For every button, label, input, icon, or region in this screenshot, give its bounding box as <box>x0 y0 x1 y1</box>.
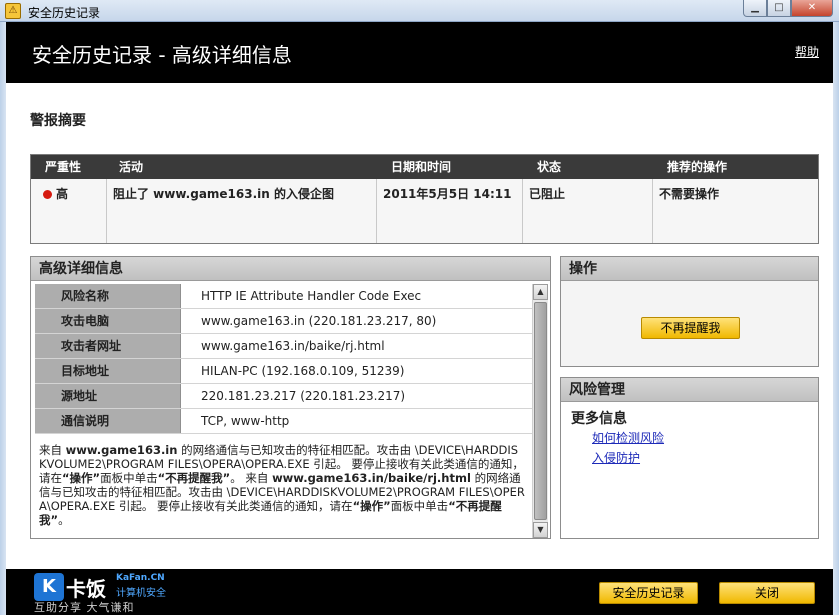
desc-text: 。 <box>58 513 70 527</box>
detail-value: www.game163.in/baike/rj.html <box>181 334 532 358</box>
advanced-details-panel: 高级详细信息 风险名称 HTTP IE Attribute Handler Co… <box>30 256 551 539</box>
scroll-down-icon[interactable]: ▼ <box>533 522 548 538</box>
brand-name: 卡饭 <box>66 577 106 601</box>
risk-management-panel: 风险管理 更多信息 如何检测风险 入侵防护 <box>560 377 819 539</box>
activity-cell: 阻止了 www.game163.in 的入侵企图 <box>107 179 377 243</box>
table-row[interactable]: 高 阻止了 www.game163.in 的入侵企图 2011年5月5日 14:… <box>31 179 818 243</box>
datetime-cell: 2011年5月5日 14:11 <box>377 179 523 243</box>
shield-icon: ⚠ <box>5 3 21 19</box>
close-icon[interactable]: ✕ <box>791 0 833 17</box>
desc-text: 来自 <box>39 443 66 457</box>
window-controls: ▁ □ ✕ <box>743 0 833 18</box>
detail-row: 攻击电脑 www.game163.in (220.181.23.217, 80) <box>35 309 532 334</box>
brand-site: KaFan.CN <box>116 573 165 583</box>
security-history-button[interactable]: 安全历史记录 <box>599 582 698 604</box>
severity-dot-icon <box>43 190 52 199</box>
details-scrollbar[interactable]: ▲ ▼ <box>532 284 548 538</box>
severity-cell: 高 <box>31 179 107 243</box>
window-titlebar: ⚠ 安全历史记录 ▁ □ ✕ <box>0 0 839 22</box>
detail-row: 源地址 220.181.23.217 (220.181.23.217) <box>35 384 532 409</box>
detail-row: 通信说明 TCP, www-http <box>35 409 532 434</box>
desc-text: 面板中单击 <box>390 499 449 513</box>
detail-key: 攻击电脑 <box>35 309 181 333</box>
table-header: 严重性 活动 日期和时间 状态 推荐的操作 <box>31 155 818 179</box>
operations-panel: 操作 不再提醒我 <box>560 256 819 367</box>
window-frame-right <box>833 22 839 615</box>
intrusion-prevention-link[interactable]: 入侵防护 <box>592 449 640 466</box>
more-info-heading: 更多信息 <box>571 411 627 427</box>
brand-watermark: K 卡饭 KaFan.CN 计算机安全 互助分享 大气谦和 <box>34 573 184 614</box>
detail-row: 目标地址 HILAN-PC (192.168.0.109, 51239) <box>35 359 532 384</box>
detail-row: 攻击者网址 www.game163.in/baike/rj.html <box>35 334 532 359</box>
recommended-cell: 不需要操作 <box>659 187 720 201</box>
scroll-up-icon[interactable]: ▲ <box>533 284 548 300</box>
header-bar: 安全历史记录 - 高级详细信息 帮助 <box>6 22 833 83</box>
detail-value: HTTP IE Attribute Handler Code Exec <box>181 284 532 308</box>
stop-notify-button[interactable]: 不再提醒我 <box>641 317 740 339</box>
column-recommended: 推荐的操作 <box>667 160 728 174</box>
desc-stop: “不再提醒我” <box>157 471 231 485</box>
column-status: 状态 <box>537 160 562 174</box>
maximize-icon[interactable]: □ <box>767 0 791 17</box>
scroll-thumb[interactable] <box>534 302 547 520</box>
detail-key: 通信说明 <box>35 409 181 433</box>
details-table: 风险名称 HTTP IE Attribute Handler Code Exec… <box>35 284 532 434</box>
detail-value: HILAN-PC (192.168.0.109, 51239) <box>181 359 532 383</box>
brand-tagline: 互助分享 大气谦和 <box>34 601 135 614</box>
detail-key: 攻击者网址 <box>35 334 181 358</box>
detail-key: 风险名称 <box>35 284 181 308</box>
detect-risk-link[interactable]: 如何检测风险 <box>592 429 664 446</box>
footer-bar: K 卡饭 KaFan.CN 计算机安全 互助分享 大气谦和 安全历史记录 关闭 <box>6 569 833 615</box>
column-activity: 活动 <box>119 160 144 174</box>
column-severity: 严重性 <box>45 160 82 174</box>
details-description: 来自 www.game163.in 的网络通信与已知攻击的特征相匹配。攻击由 \… <box>39 443 525 527</box>
page-title: 安全历史记录 - 高级详细信息 <box>32 43 292 67</box>
operations-title: 操作 <box>561 257 818 281</box>
alert-summary-table: 严重性 活动 日期和时间 状态 推荐的操作 高 阻止了 www.game163.… <box>30 154 819 244</box>
desc-text: 面板中单击 <box>100 471 158 485</box>
close-button[interactable]: 关闭 <box>719 582 815 604</box>
severity-text: 高 <box>56 187 69 201</box>
status-cell: 已阻止 <box>523 179 653 243</box>
detail-value: www.game163.in (220.181.23.217, 80) <box>181 309 532 333</box>
brand-subtitle: 计算机安全 <box>116 588 166 599</box>
detail-row: 风险名称 HTTP IE Attribute Handler Code Exec <box>35 284 532 309</box>
column-datetime: 日期和时间 <box>391 160 452 174</box>
desc-ops: “操作” <box>352 499 391 513</box>
brand-logo-icon: K <box>34 573 64 601</box>
detail-key: 源地址 <box>35 384 181 408</box>
detail-key: 目标地址 <box>35 359 181 383</box>
help-link[interactable]: 帮助 <box>795 43 819 60</box>
main-content: 警报摘要 严重性 活动 日期和时间 状态 推荐的操作 高 阻止了 www.gam… <box>6 83 833 569</box>
advanced-details-title: 高级详细信息 <box>31 257 550 281</box>
risk-management-title: 风险管理 <box>561 378 818 402</box>
desc-host: www.game163.in/baike/rj.html <box>272 471 471 485</box>
window-title: 安全历史记录 <box>28 6 101 20</box>
alert-summary-title: 警报摘要 <box>30 113 86 129</box>
detail-value: 220.181.23.217 (220.181.23.217) <box>181 384 532 408</box>
desc-host: www.game163.in <box>65 443 178 457</box>
desc-text: 。 来自 <box>230 471 273 485</box>
minimize-icon[interactable]: ▁ <box>743 0 767 17</box>
desc-ops: “操作” <box>62 471 101 485</box>
detail-value: TCP, www-http <box>181 409 532 433</box>
